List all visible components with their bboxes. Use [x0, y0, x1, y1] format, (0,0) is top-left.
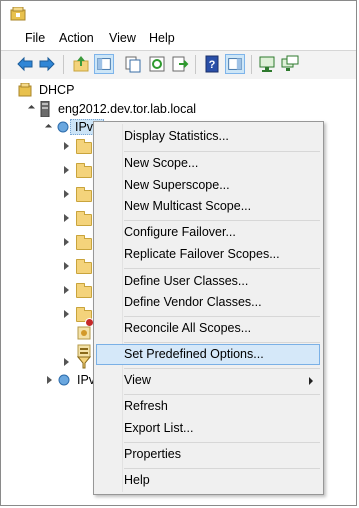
menu-item-new-superscope[interactable]: New Superscope... [124, 175, 230, 196]
scope-folder-icon[interactable] [76, 259, 92, 274]
show-hide-console-tree-icon[interactable] [94, 54, 114, 74]
help-icon[interactable]: ? [202, 54, 222, 74]
expand-arrow-icon[interactable] [27, 104, 36, 113]
refresh-icon[interactable] [147, 54, 167, 74]
menu-item-refresh[interactable]: Refresh [124, 396, 168, 417]
menu-item-help[interactable]: Help [124, 470, 150, 491]
show-hide-action-pane-icon[interactable] [225, 54, 245, 74]
title-bar[interactable] [1, 1, 356, 28]
server-icon[interactable] [257, 54, 277, 74]
menu-separator [124, 151, 320, 152]
collapsed-arrow-icon[interactable] [64, 358, 69, 366]
tree-node-ipv4[interactable]: IPv4 [75, 118, 93, 136]
forward-arrow-icon[interactable] [37, 54, 57, 74]
scope-folder-icon[interactable] [76, 163, 92, 178]
tree-node-ipv6[interactable]: IPv6 [77, 371, 93, 389]
collapsed-arrow-icon[interactable] [64, 286, 69, 294]
menu-action[interactable]: Action [57, 31, 96, 45]
scope-folder-icon[interactable] [76, 187, 92, 202]
ipv6-icon [58, 374, 70, 386]
menu-bar: File Action View Help [1, 28, 356, 50]
dhcp-app-icon [10, 7, 26, 21]
up-one-level-icon[interactable] [71, 54, 91, 74]
menu-view[interactable]: View [107, 31, 138, 45]
copy-icon[interactable] [123, 54, 143, 74]
menu-item-view[interactable]: View [124, 370, 151, 391]
collapsed-arrow-icon[interactable] [64, 214, 69, 222]
toolbar-separator [63, 55, 64, 74]
collapsed-arrow-icon[interactable] [47, 376, 52, 384]
menu-separator [124, 442, 320, 443]
scope-folder-icon[interactable] [76, 283, 92, 298]
menu-separator [124, 368, 320, 369]
server-tower-icon [40, 101, 50, 117]
menu-item-configure-failover[interactable]: Configure Failover... [124, 222, 236, 243]
menu-item-new-scope[interactable]: New Scope... [124, 153, 198, 174]
collapsed-arrow-icon[interactable] [64, 166, 69, 174]
scope-folder-icon[interactable] [76, 211, 92, 226]
collapsed-arrow-icon[interactable] [64, 310, 69, 318]
menu-item-replicate-failover-scopes[interactable]: Replicate Failover Scopes... [124, 244, 280, 265]
collapsed-arrow-icon[interactable] [64, 262, 69, 270]
menu-gutter [122, 124, 123, 492]
toolbar-separator [251, 55, 252, 74]
scope-folder-icon[interactable] [76, 235, 92, 250]
dhcp-icon [18, 83, 32, 97]
collapsed-arrow-icon[interactable] [64, 142, 69, 150]
submenu-arrow-icon [309, 377, 313, 385]
menu-separator [124, 220, 320, 221]
menu-separator [124, 468, 320, 469]
menu-separator [124, 394, 320, 395]
back-arrow-icon[interactable] [15, 54, 35, 74]
server-options-icon[interactable] [77, 326, 91, 340]
svg-text:?: ? [209, 59, 216, 71]
tree-node-dhcp[interactable]: DHCP [39, 81, 74, 99]
menu-separator [124, 268, 320, 269]
menu-item-define-user-classes[interactable]: Define User Classes... [124, 271, 248, 292]
menu-item-reconcile-all-scopes[interactable]: Reconcile All Scopes... [124, 318, 251, 339]
menu-separator [124, 342, 320, 343]
scope-folder-icon[interactable] [76, 139, 92, 154]
menu-separator [124, 316, 320, 317]
filters-icon[interactable] [77, 355, 91, 369]
mmc-window: File Action View Help ? DHCP eng2012.dev… [0, 0, 357, 506]
add-server-icon[interactable] [280, 54, 300, 74]
menu-item-new-multicast-scope[interactable]: New Multicast Scope... [124, 196, 251, 217]
context-menu: Display Statistics... New Scope... New S… [93, 121, 324, 495]
ipv4-icon [57, 121, 69, 133]
tree-node-server[interactable]: eng2012.dev.tor.lab.local [58, 100, 196, 118]
toolbar-separator [195, 55, 196, 74]
expand-arrow-icon[interactable] [44, 123, 53, 132]
toolbar: ? [1, 50, 356, 80]
menu-item-display-statistics[interactable]: Display Statistics... [124, 126, 229, 147]
collapsed-arrow-icon[interactable] [64, 190, 69, 198]
export-list-icon[interactable] [170, 54, 190, 74]
menu-item-set-predefined-options[interactable]: Set Predefined Options... [124, 344, 264, 365]
menu-item-define-vendor-classes[interactable]: Define Vendor Classes... [124, 292, 262, 313]
menu-item-properties[interactable]: Properties [124, 444, 181, 465]
menu-file[interactable]: File [23, 31, 47, 45]
menu-help[interactable]: Help [147, 31, 177, 45]
collapsed-arrow-icon[interactable] [64, 238, 69, 246]
menu-item-export-list[interactable]: Export List... [124, 418, 193, 439]
